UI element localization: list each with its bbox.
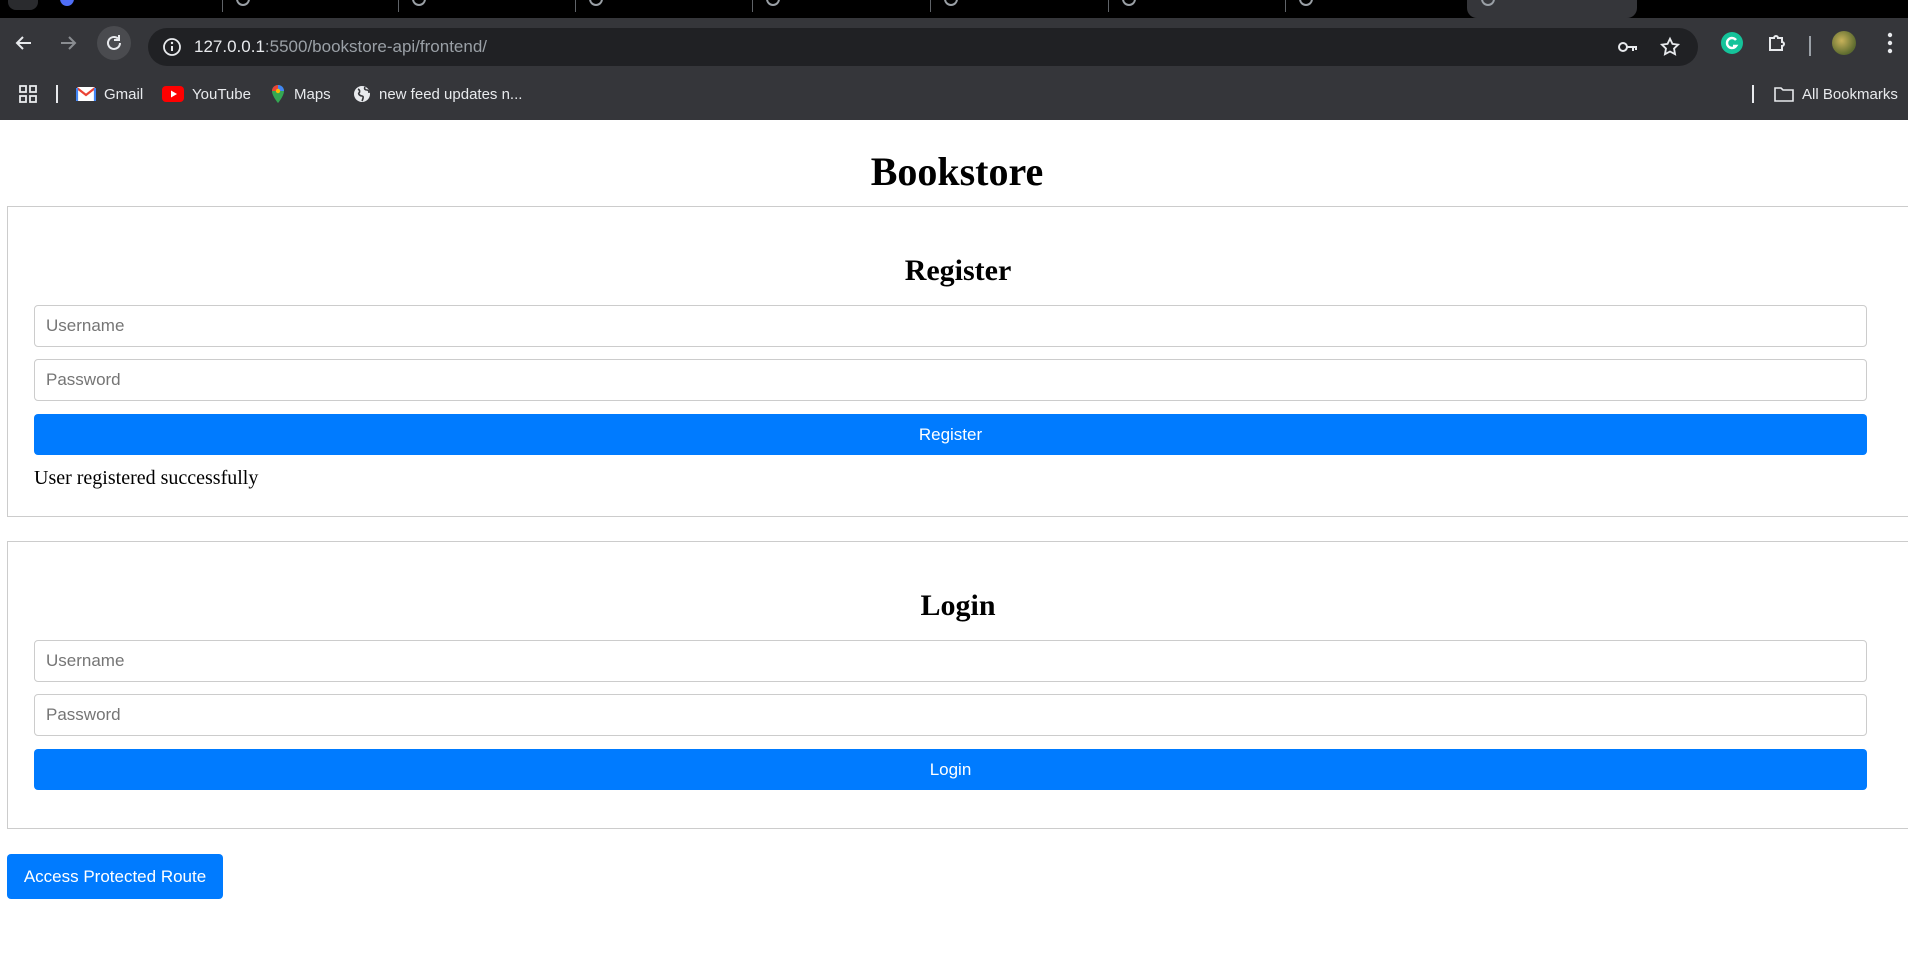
tab[interactable] (224, 0, 394, 18)
back-button[interactable] (7, 26, 41, 60)
tab[interactable] (754, 0, 924, 18)
register-username-input[interactable] (34, 305, 1867, 347)
star-icon (1659, 36, 1681, 56)
tab[interactable] (1110, 0, 1280, 18)
apps-grid-icon (19, 85, 37, 103)
reload-icon (107, 35, 121, 50)
profile-avatar[interactable] (1832, 31, 1856, 55)
tab-favicon-icon (1122, 0, 1136, 6)
info-icon (163, 38, 181, 56)
bookmark-news-feed[interactable]: new feed updates n... (353, 78, 522, 110)
more-vert-icon (1887, 32, 1893, 54)
bookmark-label: Gmail (104, 85, 144, 103)
bookmark-star-button[interactable] (1658, 35, 1682, 59)
tab-favicon-icon (1481, 0, 1495, 6)
page-title: Bookstore (870, 149, 1044, 194)
address-bar[interactable]: 127.0.0.1:5500/bookstore-api/frontend/ (148, 28, 1698, 66)
browser-menu-button[interactable] (1875, 28, 1905, 58)
tab-favicon-icon (412, 0, 426, 6)
login-username-input[interactable] (34, 640, 1867, 682)
browser-chrome: 127.0.0.1:5500/bookstore-api/frontend/ G… (0, 0, 1908, 120)
tab-separator (1108, 0, 1109, 12)
forward-arrow-icon (61, 36, 77, 50)
bookmark-youtube[interactable]: YouTube (162, 78, 251, 110)
bookmarks-divider (1752, 85, 1754, 103)
reload-button[interactable] (97, 26, 131, 60)
extensions-button[interactable] (1763, 28, 1793, 58)
grammarly-icon (1721, 32, 1743, 54)
url-host: 127.0.0.1 (194, 37, 265, 56)
bookmark-gmail[interactable]: Gmail (76, 78, 143, 110)
toolbar-divider (1809, 36, 1811, 56)
maps-icon (272, 85, 284, 103)
login-button[interactable]: Login (34, 749, 1867, 790)
globe-icon (354, 86, 370, 102)
login-section: Login Login (7, 541, 1908, 829)
browser-toolbar: 127.0.0.1:5500/bookstore-api/frontend/ (0, 18, 1908, 68)
tab-favicon-icon (944, 0, 958, 6)
register-status-message: User registered successfully (34, 467, 259, 489)
tab-strip (0, 0, 1908, 18)
bookmarks-divider (56, 85, 58, 103)
tab[interactable] (577, 0, 747, 18)
password-key-button[interactable] (1616, 35, 1640, 59)
tab-separator (752, 0, 753, 12)
apps-button[interactable] (18, 78, 38, 110)
back-arrow-icon (15, 36, 31, 50)
tab-favicon-icon (766, 0, 780, 6)
url-text[interactable]: 127.0.0.1:5500/bookstore-api/frontend/ (194, 28, 487, 66)
puzzle-icon (1769, 35, 1785, 51)
tab-separator (222, 0, 223, 12)
register-button[interactable]: Register (34, 414, 1867, 455)
tab-favicon-icon (236, 0, 250, 6)
site-info-button[interactable] (158, 33, 186, 61)
tab[interactable] (1287, 0, 1457, 18)
access-protected-route-button[interactable]: Access Protected Route (7, 854, 223, 899)
all-bookmarks-button[interactable]: All Bookmarks (1774, 78, 1898, 110)
tab-favicon-icon (1299, 0, 1313, 6)
bookmark-label: YouTube (192, 85, 251, 103)
tab[interactable] (50, 0, 220, 18)
login-password-input[interactable] (34, 694, 1867, 736)
register-heading: Register (904, 254, 1012, 287)
tab-separator (398, 0, 399, 12)
tab-separator (575, 0, 576, 12)
tab[interactable] (400, 0, 570, 18)
gmail-icon (76, 87, 96, 101)
forward-button[interactable] (51, 26, 85, 60)
tab-favicon-icon (589, 0, 603, 6)
url-path: :5500/bookstore-api/frontend/ (264, 37, 488, 56)
youtube-icon (162, 86, 184, 102)
page-content: Bookstore Register Register User registe… (0, 120, 1908, 962)
folder-icon (1774, 87, 1794, 102)
tab-separator (930, 0, 931, 12)
grammarly-extension-button[interactable] (1717, 28, 1747, 58)
bookmark-label: new feed updates n... (379, 85, 523, 103)
all-bookmarks-label: All Bookmarks (1802, 85, 1898, 103)
tab[interactable] (932, 0, 1102, 18)
bookmark-label: Maps (294, 85, 331, 103)
tab-separator (1285, 0, 1286, 12)
tab-active[interactable] (1467, 0, 1637, 18)
tab-search-button[interactable] (8, 0, 38, 10)
tab-favicon-icon (60, 0, 74, 6)
register-section: Register Register User registered succes… (7, 206, 1908, 517)
register-password-input[interactable] (34, 359, 1867, 401)
login-heading: Login (920, 589, 996, 622)
key-icon (1618, 42, 1637, 52)
bookmarks-bar: Gmail YouTube Maps new feed updates n...… (0, 78, 1908, 110)
bookmark-maps[interactable]: Maps (270, 78, 331, 110)
